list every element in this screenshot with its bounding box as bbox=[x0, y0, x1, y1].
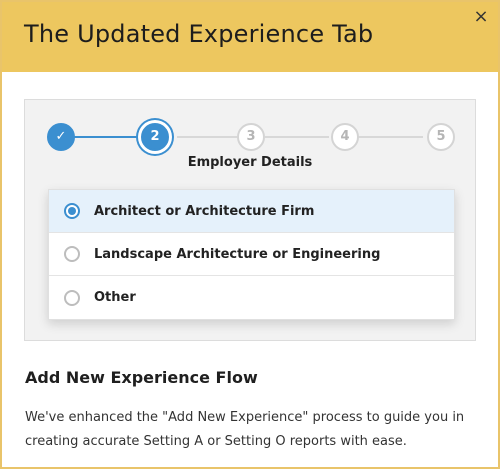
step-4[interactable]: 4 bbox=[331, 123, 359, 151]
modal-dialog: The Updated Experience Tab × ✓ 2 3 4 5 E… bbox=[0, 0, 500, 469]
step-connector-3 bbox=[265, 136, 329, 138]
modal-title: The Updated Experience Tab bbox=[24, 20, 374, 48]
option-label: Landscape Architecture or Engineering bbox=[94, 246, 381, 262]
option-landscape-engineering[interactable]: Landscape Architecture or Engineering bbox=[49, 233, 454, 276]
section-description: We've enhanced the "Add New Experience" … bbox=[25, 410, 465, 449]
section-title: Add New Experience Flow bbox=[25, 368, 258, 387]
radio-icon[interactable] bbox=[64, 289, 80, 306]
option-label: Architect or Architecture Firm bbox=[94, 203, 315, 219]
progress-stepper: ✓ 2 3 4 5 Employer Details bbox=[25, 100, 475, 180]
step-2[interactable]: 2 bbox=[141, 123, 169, 151]
step-connector-2 bbox=[177, 136, 237, 138]
radio-icon[interactable] bbox=[64, 246, 80, 262]
option-other[interactable]: Other bbox=[49, 276, 454, 319]
step-3[interactable]: 3 bbox=[237, 123, 265, 151]
close-icon[interactable]: × bbox=[470, 6, 492, 28]
radio-selected-icon[interactable] bbox=[64, 203, 80, 219]
current-step-title: Employer Details bbox=[187, 155, 313, 170]
step-connector-1 bbox=[71, 136, 149, 138]
modal-header: The Updated Experience Tab × bbox=[2, 2, 498, 72]
employer-type-options: Architect or Architecture Firm Landscape… bbox=[48, 189, 455, 320]
option-label: Other bbox=[94, 290, 136, 305]
option-architect-firm[interactable]: Architect or Architecture Firm bbox=[49, 190, 454, 233]
step-5[interactable]: 5 bbox=[427, 123, 455, 151]
step-1-check-icon[interactable]: ✓ bbox=[47, 123, 75, 151]
flow-preview-panel: ✓ 2 3 4 5 Employer Details Architect or … bbox=[24, 99, 476, 341]
step-connector-4 bbox=[357, 136, 423, 138]
